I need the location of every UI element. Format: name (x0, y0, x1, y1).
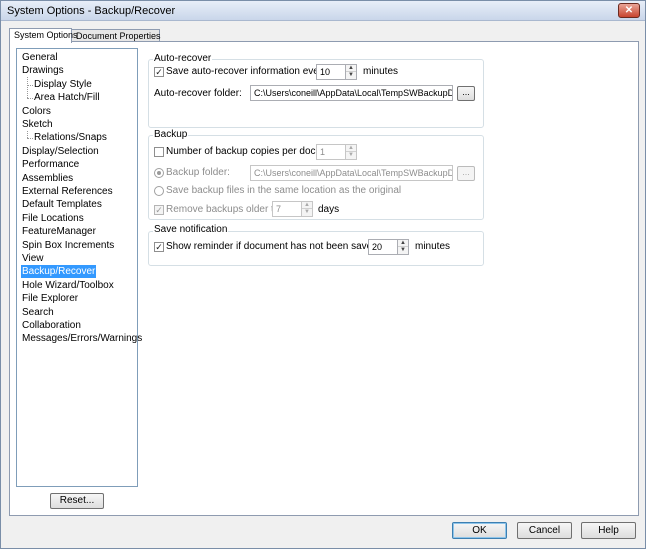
backup-copies-spinner[interactable]: ▲ ▼ (345, 144, 357, 160)
spin-up-icon[interactable]: ▲ (346, 145, 356, 152)
tree-item-view[interactable]: View (21, 252, 45, 265)
backup-group-label: Backup (153, 129, 189, 140)
remove-backups-spinner[interactable]: ▲ ▼ (301, 201, 313, 217)
reset-button[interactable]: Reset... (50, 493, 104, 509)
save-auto-recover-checkbox[interactable] (154, 67, 164, 77)
options-tree[interactable]: General Drawings Display Style Area Hatch/F… (16, 48, 142, 487)
tree-item-display-selection[interactable]: Display/Selection (21, 145, 100, 158)
auto-recover-interval-unit: minutes (363, 66, 399, 77)
same-location-radio[interactable] (154, 186, 164, 196)
backup-folder-radio[interactable] (154, 168, 164, 178)
tree-connector (27, 98, 33, 100)
tree-item-display-style[interactable]: Display Style (33, 78, 93, 91)
tree-connector (27, 138, 33, 140)
auto-recover-interval-input[interactable]: 10 (316, 64, 346, 80)
tree-item-colors[interactable]: Colors (21, 105, 52, 118)
save-reminder-input[interactable]: 20 (368, 239, 398, 255)
tree-item-assemblies[interactable]: Assemblies (21, 172, 74, 185)
title-bar[interactable]: System Options - Backup/Recover ✕ (1, 1, 645, 21)
remove-backups-checkbox[interactable] (154, 205, 164, 215)
ok-button[interactable]: OK (452, 522, 507, 539)
save-notification-group-label: Save notification (153, 224, 229, 235)
auto-recover-folder-input[interactable]: C:\Users\coneill\AppData\Local\TempSWBac… (250, 85, 453, 101)
tree-item-backup-recover[interactable]: Backup/Recover (21, 265, 97, 279)
tree-connector (27, 131, 28, 139)
spin-up-icon[interactable]: ▲ (346, 65, 356, 72)
tree-item-general[interactable]: General (21, 51, 59, 64)
tree-item-search[interactable]: Search (21, 306, 55, 319)
tree-item-default-templates[interactable]: Default Templates (21, 198, 103, 211)
remove-backups-input[interactable]: 7 (272, 201, 302, 217)
tree-item-spin-box-increments[interactable]: Spin Box Increments (21, 239, 115, 252)
options-panel: General Drawings Display Style Area Hatch/F… (9, 41, 639, 516)
backup-copies-checkbox[interactable] (154, 147, 164, 157)
tree-item-featuremanager[interactable]: FeatureManager (21, 225, 97, 238)
tree-item-messages-errors-warnings[interactable]: Messages/Errors/Warnings (21, 332, 143, 345)
close-icon[interactable]: ✕ (618, 3, 640, 18)
tree-item-file-locations[interactable]: File Locations (21, 212, 85, 225)
tree-item-file-explorer[interactable]: File Explorer (21, 292, 79, 305)
window-title: System Options - Backup/Recover (7, 5, 176, 17)
tree-connector (27, 77, 28, 99)
spin-down-icon[interactable]: ▼ (346, 72, 356, 79)
tree-item-relations-snaps[interactable]: Relations/Snaps (33, 131, 108, 144)
tab-system-options[interactable]: System Options (9, 28, 78, 43)
help-button[interactable]: Help (581, 522, 636, 539)
backup-folder-input[interactable]: C:\Users\coneill\AppData\Local\TempSWBac… (250, 165, 453, 181)
auto-recover-folder-label: Auto-recover folder: (154, 88, 242, 99)
tree-item-performance[interactable]: Performance (21, 158, 80, 171)
tree-item-collaboration[interactable]: Collaboration (21, 319, 82, 332)
spin-down-icon[interactable]: ▼ (302, 209, 312, 216)
backup-folder-label: Backup folder: (166, 167, 230, 178)
tree-item-sketch[interactable]: Sketch (21, 118, 54, 131)
cancel-button[interactable]: Cancel (517, 522, 572, 539)
system-options-dialog: System Options - Backup/Recover ✕ System… (0, 0, 646, 549)
save-reminder-spinner[interactable]: ▲ ▼ (397, 239, 409, 255)
spin-down-icon[interactable]: ▼ (398, 247, 408, 254)
backup-browse-button[interactable]: ... (457, 166, 475, 181)
backup-copies-input[interactable]: 1 (316, 144, 346, 160)
tree-item-area-hatch-fill[interactable]: Area Hatch/Fill (33, 91, 101, 104)
auto-recover-interval-spinner[interactable]: ▲ ▼ (345, 64, 357, 80)
same-location-label: Save backup files in the same location a… (166, 185, 402, 196)
save-auto-recover-label: Save auto-recover information every (166, 66, 328, 77)
save-reminder-unit: minutes (415, 241, 451, 252)
tree-item-hole-wizard-toolbox[interactable]: Hole Wizard/Toolbox (21, 279, 115, 292)
remove-backups-unit: days (318, 204, 340, 215)
auto-recover-group-label: Auto-recover (153, 53, 213, 64)
tree-item-external-references[interactable]: External References (21, 185, 114, 198)
auto-recover-browse-button[interactable]: ... (457, 86, 475, 101)
spin-up-icon[interactable]: ▲ (302, 202, 312, 209)
spin-up-icon[interactable]: ▲ (398, 240, 408, 247)
spin-down-icon[interactable]: ▼ (346, 152, 356, 159)
tree-item-drawings[interactable]: Drawings (21, 64, 65, 77)
save-reminder-label: Show reminder if document has not been s… (166, 241, 396, 252)
save-reminder-checkbox[interactable] (154, 242, 164, 252)
